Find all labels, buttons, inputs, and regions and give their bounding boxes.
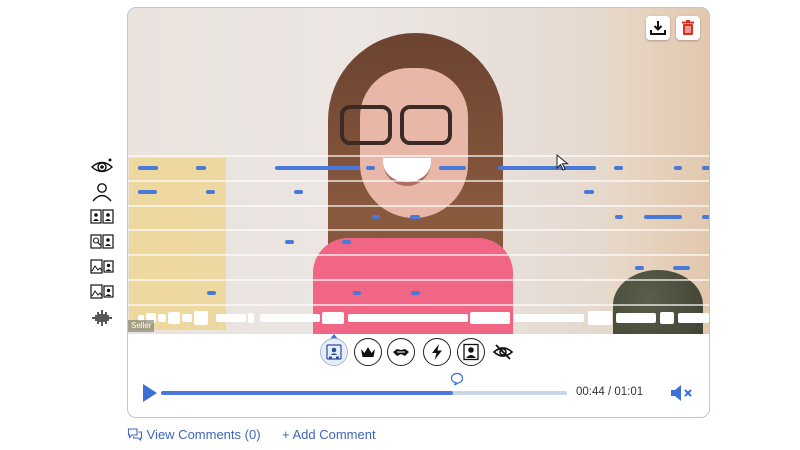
brand-watermark: Seller bbox=[128, 320, 155, 332]
download-icon bbox=[650, 21, 666, 35]
progress-bar[interactable] bbox=[161, 391, 567, 395]
trash-icon bbox=[682, 20, 694, 35]
audio-waveform bbox=[138, 311, 709, 325]
image-person-icon bbox=[90, 259, 114, 274]
play-icon[interactable] bbox=[142, 383, 158, 403]
image-person-icon bbox=[90, 284, 114, 299]
eye-icon bbox=[90, 158, 114, 173]
category-lightning-button[interactable] bbox=[423, 338, 451, 366]
mouse-cursor-icon bbox=[556, 154, 569, 171]
time-display: 00:44 / 01:01 bbox=[576, 386, 644, 398]
add-comment-link[interactable]: + Add Comment bbox=[282, 427, 376, 442]
audio-waveform-icon bbox=[92, 310, 112, 326]
volume-muted-icon[interactable] bbox=[669, 382, 695, 404]
comments-icon bbox=[127, 428, 143, 442]
video-card: Seller 00:44 / 01:01 bbox=[127, 7, 710, 418]
comment-marker-icon[interactable] bbox=[450, 372, 464, 386]
person-icon bbox=[92, 183, 112, 202]
view-comments-link[interactable]: View Comments (0) bbox=[127, 427, 261, 442]
person-portrait-icon bbox=[463, 343, 479, 361]
progress-fill bbox=[161, 391, 454, 395]
category-participants-button[interactable] bbox=[320, 338, 348, 366]
handshake-icon bbox=[393, 349, 409, 356]
presenter-pair-icon bbox=[90, 209, 114, 224]
eye-slash-icon bbox=[492, 344, 514, 360]
meeting-participants-icon bbox=[326, 344, 342, 360]
download-button[interactable] bbox=[646, 16, 670, 40]
search-person-icon bbox=[90, 234, 114, 249]
lightning-icon bbox=[432, 344, 442, 360]
crown-icon bbox=[361, 347, 375, 357]
category-portrait-button[interactable] bbox=[457, 338, 485, 366]
view-comments-label: View Comments (0) bbox=[146, 427, 261, 442]
category-crown-button[interactable] bbox=[354, 338, 382, 366]
delete-button[interactable] bbox=[676, 16, 700, 40]
timeline-segments[interactable] bbox=[128, 8, 709, 334]
category-handshake-button[interactable] bbox=[387, 338, 415, 366]
video-frame[interactable]: Seller bbox=[128, 8, 709, 334]
hide-categories-button[interactable] bbox=[491, 342, 515, 362]
